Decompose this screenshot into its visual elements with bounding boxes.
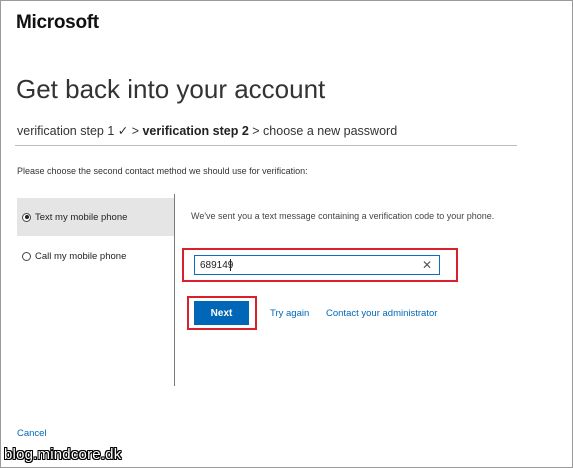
instruction-text: Please choose the second contact method … xyxy=(17,166,308,176)
option-text-mobile[interactable]: Text my mobile phone xyxy=(17,198,175,236)
cancel-link[interactable]: Cancel xyxy=(17,428,47,439)
text-caret xyxy=(230,259,231,271)
radio-unselected-icon[interactable] xyxy=(22,251,31,261)
option-label: Call my mobile phone xyxy=(35,250,127,262)
contact-method-list: Text my mobile phone Call my mobile phon… xyxy=(17,194,175,384)
option-label: Text my mobile phone xyxy=(35,211,128,223)
breadcrumb: verification step 1 ✓ > verification ste… xyxy=(17,123,397,138)
close-icon[interactable]: ✕ xyxy=(420,257,434,273)
page-title: Get back into your account xyxy=(16,74,326,104)
option-call-mobile[interactable]: Call my mobile phone xyxy=(17,237,175,275)
step-3: > choose a new password xyxy=(252,124,398,138)
step-1: verification step 1 ✓ > xyxy=(17,124,139,138)
radio-selected-icon[interactable] xyxy=(22,212,31,222)
try-again-link[interactable]: Try again xyxy=(270,308,309,319)
step-2-current: verification step 2 xyxy=(142,124,249,138)
next-button[interactable]: Next xyxy=(194,301,249,325)
contact-admin-link[interactable]: Contact your administrator xyxy=(326,308,437,319)
vertical-divider xyxy=(174,194,175,386)
brand-logo: Microsoft xyxy=(16,12,99,33)
verification-message: We've sent you a text message containing… xyxy=(191,211,495,221)
steps-divider xyxy=(15,145,517,146)
watermark: blog.mindcore.dk xyxy=(4,446,122,463)
